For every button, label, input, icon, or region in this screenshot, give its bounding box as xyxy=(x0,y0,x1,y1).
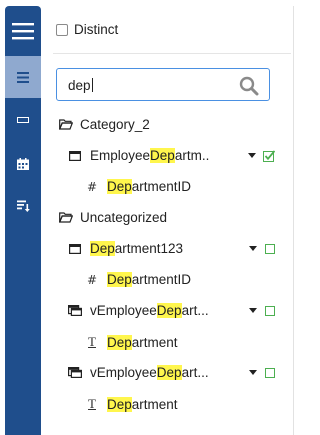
distinct-checkbox[interactable] xyxy=(56,23,68,36)
unchecked-checkbox[interactable] xyxy=(265,367,275,378)
chevron-down-icon[interactable] xyxy=(248,153,256,158)
search-box[interactable]: dep xyxy=(56,68,270,101)
chevron-down-icon[interactable] xyxy=(249,246,257,251)
tree-item-label: Department xyxy=(107,396,178,412)
fields-list-button[interactable] xyxy=(5,56,41,98)
tree-item-table[interactable]: Department123 xyxy=(69,241,275,256)
tree-folder-category[interactable]: Category_2 xyxy=(59,117,150,132)
tree-item-label: vEmployeeDepart... xyxy=(90,365,209,380)
hamburger-menu-button[interactable] xyxy=(5,13,41,49)
folder-label: Uncategorized xyxy=(80,210,168,225)
chevron-down-icon[interactable] xyxy=(249,308,257,313)
numeric-field-icon: # xyxy=(86,272,98,287)
folder-open-icon xyxy=(59,119,73,130)
sort-filter-icon xyxy=(16,200,30,212)
tree-item-view[interactable]: vEmployeeDepart... xyxy=(68,365,275,380)
left-sidebar xyxy=(5,6,41,435)
minus-button[interactable] xyxy=(5,102,41,138)
minus-icon xyxy=(17,117,29,123)
search-input[interactable]: dep xyxy=(68,78,93,93)
tree-item-label: vEmployeeDepart... xyxy=(90,303,209,318)
tree-item-field[interactable]: T Department xyxy=(86,334,178,350)
tree-item-field[interactable]: # DepartmentID xyxy=(86,179,191,194)
field-list-panel: Distinct dep Category_2 EmployeeDepartm.… xyxy=(41,6,294,435)
tree-folder-uncategorized[interactable]: Uncategorized xyxy=(59,210,167,225)
tree-item-field[interactable]: # DepartmentID xyxy=(86,272,191,287)
checked-checkbox-icon[interactable] xyxy=(263,149,275,162)
tree-item-table[interactable]: EmployeeDepartm.. xyxy=(69,148,275,163)
hamburger-menu-icon xyxy=(12,23,34,40)
list-icon xyxy=(17,71,29,83)
chevron-down-icon[interactable] xyxy=(249,370,257,375)
tree-item-label: EmployeeDepartm.. xyxy=(90,148,210,163)
calendar-button[interactable] xyxy=(5,146,41,182)
tree-item-label: Department xyxy=(107,334,178,350)
divider xyxy=(53,53,291,54)
view-icon xyxy=(68,305,82,316)
sort-filter-button[interactable] xyxy=(5,188,41,224)
search-icon[interactable] xyxy=(239,76,259,96)
tree-item-label: DepartmentID xyxy=(107,179,192,194)
unchecked-checkbox[interactable] xyxy=(265,243,275,254)
numeric-field-icon: # xyxy=(86,179,98,194)
tree-item-label: Department123 xyxy=(90,241,184,256)
unchecked-checkbox[interactable] xyxy=(265,305,275,316)
tree-item-field[interactable]: T Department xyxy=(86,396,178,412)
distinct-label: Distinct xyxy=(74,22,119,37)
calendar-icon xyxy=(17,158,29,170)
folder-open-icon xyxy=(59,212,73,223)
tree-item-view[interactable]: vEmployeeDepart... xyxy=(68,303,275,318)
folder-label: Category_2 xyxy=(80,117,150,132)
tree-item-label: DepartmentID xyxy=(107,272,192,287)
table-icon xyxy=(69,150,81,161)
text-field-icon: T xyxy=(88,396,96,411)
text-field-icon: T xyxy=(88,334,96,349)
view-icon xyxy=(68,367,82,378)
distinct-option[interactable]: Distinct xyxy=(56,22,118,37)
table-icon xyxy=(69,243,81,254)
